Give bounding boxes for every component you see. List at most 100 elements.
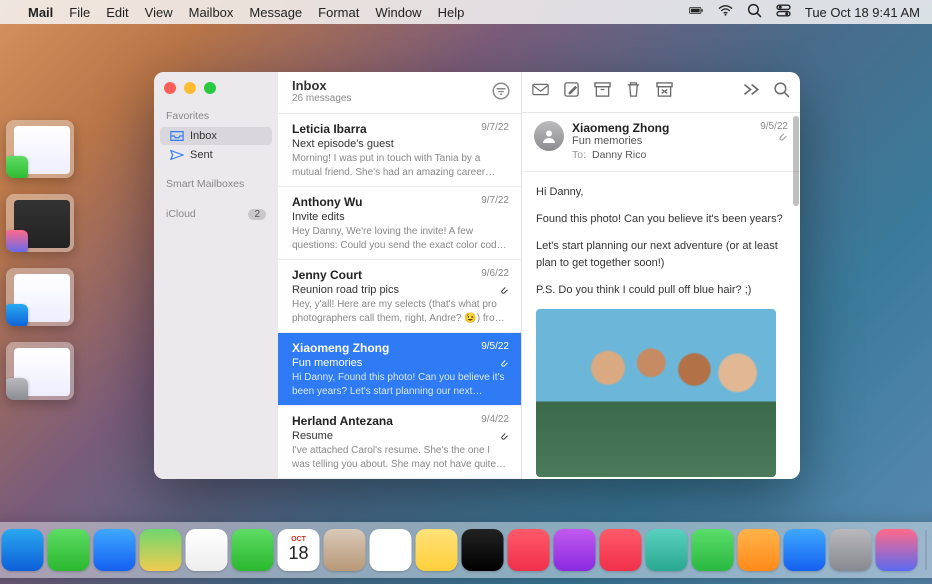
message-list: Inbox 26 messages Leticia Ibarra9/7/22 N… bbox=[278, 72, 522, 479]
zoom-button[interactable] bbox=[204, 82, 216, 94]
dock-app-photos[interactable] bbox=[186, 529, 228, 571]
control-center-icon[interactable] bbox=[776, 3, 791, 21]
body-line: Found this photo! Can you believe it's b… bbox=[536, 211, 786, 228]
sidebar-item-inbox[interactable]: Inbox bbox=[160, 127, 272, 145]
compose-button[interactable] bbox=[563, 81, 580, 103]
message-subject: Fun memories bbox=[572, 135, 760, 147]
attached-photo[interactable] bbox=[536, 309, 776, 477]
message-row[interactable]: Herland Antezana9/4/22 Resume I've attac… bbox=[278, 406, 521, 479]
reader-toolbar bbox=[522, 72, 800, 113]
sidebar-item-label: Sent bbox=[190, 149, 213, 161]
stage-pile-settings[interactable] bbox=[6, 342, 74, 400]
message-from: Xiaomeng Zhong bbox=[572, 121, 760, 135]
dock-app-contacts[interactable] bbox=[324, 529, 366, 571]
battery-icon[interactable] bbox=[689, 3, 704, 21]
badge-count: 2 bbox=[248, 209, 266, 220]
row-subject: Fun memories bbox=[292, 356, 362, 371]
row-from: Jenny Court bbox=[292, 267, 362, 283]
menubar-clock[interactable]: Tue Oct 18 9:41 AM bbox=[805, 5, 920, 20]
menu-format[interactable]: Format bbox=[318, 5, 359, 20]
message-row[interactable]: Anthony Wu 9/7/22 Invite edits Hey Danny,… bbox=[278, 187, 521, 260]
message-row[interactable]: Jenny Court 9/6/22 Reunion road trip pics… bbox=[278, 260, 521, 333]
dock-app-messages[interactable] bbox=[48, 529, 90, 571]
menu-mailbox[interactable]: Mailbox bbox=[189, 5, 234, 20]
app-menu[interactable]: Mail bbox=[28, 5, 53, 20]
sidebar-header-favorites: Favorites bbox=[154, 106, 278, 126]
row-date: 9/6/22 bbox=[481, 267, 509, 283]
message-to: Danny Rico bbox=[592, 149, 646, 161]
row-subject: Reunion road trip pics bbox=[292, 283, 399, 298]
mail-window: Favorites Inbox Sent Smart Mailboxes iCl… bbox=[154, 72, 800, 479]
stage-pile-messages[interactable] bbox=[6, 120, 74, 178]
minimize-button[interactable] bbox=[184, 82, 196, 94]
dock-app-news[interactable] bbox=[600, 529, 642, 571]
to-label: To: bbox=[572, 149, 586, 161]
dock-app-calendar[interactable]: OCT18 bbox=[278, 529, 320, 571]
archive-button[interactable] bbox=[594, 81, 611, 103]
menu-view[interactable]: View bbox=[145, 5, 173, 20]
delete-button[interactable] bbox=[625, 81, 642, 103]
list-title: Inbox bbox=[292, 78, 491, 93]
row-from: Anthony Wu bbox=[292, 194, 362, 210]
sidebar-item-label: Inbox bbox=[190, 130, 217, 142]
sidebar-header-icloud[interactable]: iCloud 2 bbox=[154, 204, 278, 224]
dock-app-maps[interactable] bbox=[140, 529, 182, 571]
window-controls bbox=[164, 82, 216, 94]
stage-manager-strip bbox=[6, 120, 78, 400]
row-preview: Hey Danny, We're loving the invite! A fe… bbox=[292, 225, 509, 252]
dock-app-music[interactable] bbox=[508, 529, 550, 571]
menu-help[interactable]: Help bbox=[438, 5, 465, 20]
dock-app-podcasts[interactable] bbox=[554, 529, 596, 571]
list-scrollbar[interactable] bbox=[793, 116, 799, 479]
dock-app-facetime[interactable] bbox=[232, 529, 274, 571]
menu-file[interactable]: File bbox=[69, 5, 90, 20]
message-header: 9/5/22 Xiaomeng Zhong Fun memories To: Da… bbox=[522, 113, 800, 172]
dock-app-shortcuts[interactable] bbox=[876, 529, 918, 571]
message-reader: 9/5/22 Xiaomeng Zhong Fun memories To: Da… bbox=[522, 72, 800, 479]
menu-window[interactable]: Window bbox=[375, 5, 421, 20]
message-date: 9/5/22 bbox=[760, 121, 788, 132]
dock: OCT18 bbox=[0, 522, 932, 578]
sidebar-item-sent[interactable]: Sent bbox=[160, 146, 272, 164]
mark-unread-button[interactable] bbox=[532, 81, 549, 103]
row-date: 9/4/22 bbox=[481, 413, 509, 429]
body-line: Hi Danny, bbox=[536, 184, 786, 201]
dock-app-tv[interactable] bbox=[462, 529, 504, 571]
dock-app-numbers-seafoam[interactable] bbox=[646, 529, 688, 571]
menubar: Mail File Edit View Mailbox Message Form… bbox=[0, 0, 932, 24]
message-row[interactable]: Leticia Ibarra 9/7/22 Next episode's gues… bbox=[278, 114, 521, 187]
dock-separator bbox=[926, 530, 927, 570]
row-preview: Morning! I was put in touch with Tania b… bbox=[292, 152, 509, 179]
sent-icon bbox=[170, 149, 184, 161]
attachment-icon bbox=[500, 286, 509, 295]
spotlight-icon[interactable] bbox=[747, 3, 762, 21]
mail-sidebar: Favorites Inbox Sent Smart Mailboxes iCl… bbox=[154, 72, 278, 479]
row-subject: Next episode's guest bbox=[292, 137, 394, 152]
dock-app-reminders[interactable] bbox=[370, 529, 412, 571]
dock-app-settings[interactable] bbox=[830, 529, 872, 571]
row-preview: I've attached Carol's resume. She's the … bbox=[292, 444, 509, 471]
dock-app-notes[interactable] bbox=[416, 529, 458, 571]
stage-pile-shortcuts[interactable] bbox=[6, 194, 74, 252]
row-from: Leticia Ibarra bbox=[292, 121, 367, 137]
dock-app-numbers[interactable] bbox=[692, 529, 734, 571]
row-subject: Invite edits bbox=[292, 210, 345, 225]
stage-pile-safari[interactable] bbox=[6, 268, 74, 326]
filter-button[interactable] bbox=[491, 81, 511, 101]
dock-app-appstore[interactable] bbox=[784, 529, 826, 571]
message-row[interactable]: Xiaomeng Zhong9/5/22 Fun memories Hi Dan… bbox=[278, 333, 521, 406]
search-button[interactable] bbox=[773, 81, 790, 103]
junk-button[interactable] bbox=[656, 81, 673, 103]
dock-app-pages[interactable] bbox=[738, 529, 780, 571]
more-button[interactable] bbox=[742, 81, 759, 103]
row-date: 9/5/22 bbox=[481, 340, 509, 356]
dock-app-mail[interactable] bbox=[94, 529, 136, 571]
row-date: 9/7/22 bbox=[481, 194, 509, 210]
attachment-icon bbox=[500, 359, 509, 368]
close-button[interactable] bbox=[164, 82, 176, 94]
row-date: 9/7/22 bbox=[481, 121, 509, 137]
wifi-icon[interactable] bbox=[718, 3, 733, 21]
dock-app-safari[interactable] bbox=[2, 529, 44, 571]
menu-message[interactable]: Message bbox=[249, 5, 302, 20]
menu-edit[interactable]: Edit bbox=[106, 5, 128, 20]
